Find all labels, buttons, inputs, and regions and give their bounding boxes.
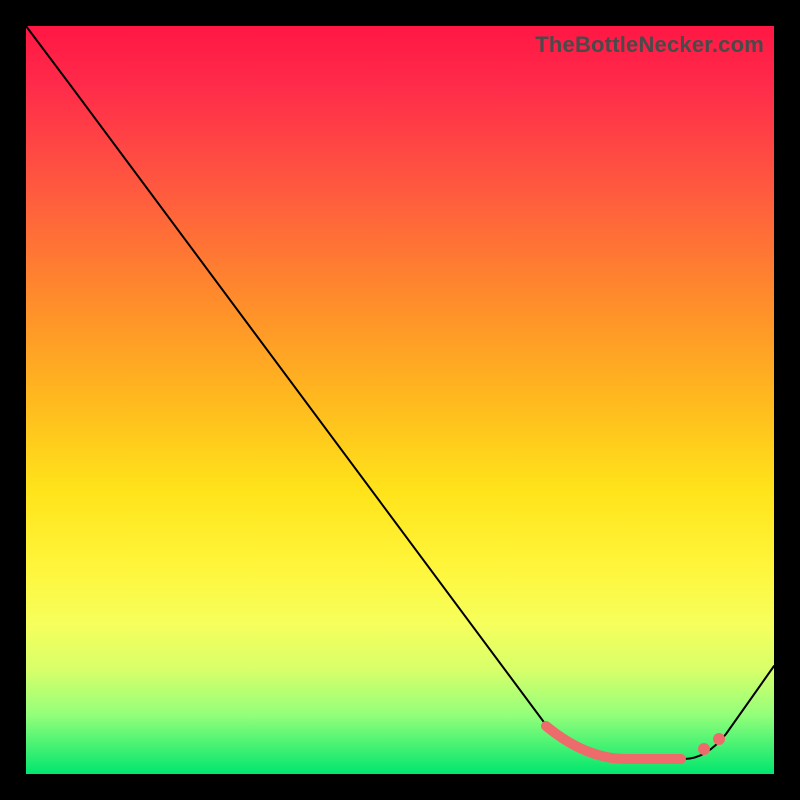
highlight-dot [698,743,710,755]
highlight-dot [713,733,725,745]
chart-frame: TheBottleNecker.com [0,0,800,800]
bottleneck-curve [26,26,774,774]
optimal-range-highlight [546,726,681,759]
curve-path [26,26,774,759]
plot-area: TheBottleNecker.com [26,26,774,774]
